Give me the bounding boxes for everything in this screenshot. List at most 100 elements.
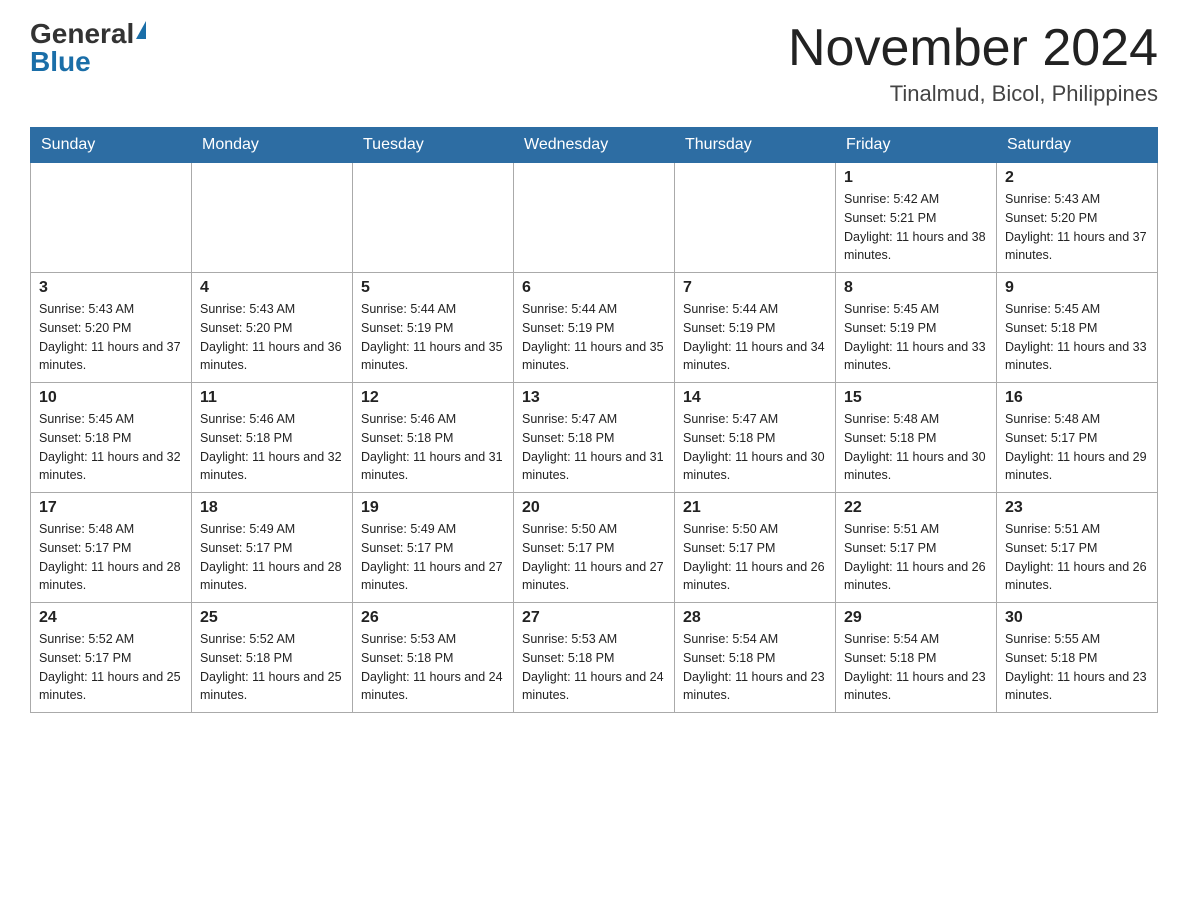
day-info: Sunrise: 5:47 AM Sunset: 5:18 PM Dayligh… [683,410,827,485]
logo-general-text: General [30,20,134,48]
calendar-cell: 15Sunrise: 5:48 AM Sunset: 5:18 PM Dayli… [836,383,997,493]
week-row-1: 1 Sunrise: 5:42 AM Sunset: 5:21 PM Daylig… [31,163,1158,273]
day-number: 18 [200,499,344,517]
calendar-cell: 16 Sunrise: 5:48 AM Sunset: 5:17 PM Dayli… [997,383,1158,493]
title-block: November 2024 Tinalmud, Bicol, Philippin… [788,20,1158,107]
day-info: Sunrise: 5:54 AM Sunset: 5:18 PM Dayligh… [844,630,988,705]
logo-triangle-icon [136,21,146,39]
week-row-2: 3 Sunrise: 5:43 AM Sunset: 5:20 PM Daylig… [31,273,1158,383]
day-info: Sunrise: 5:45 AM Sunset: 5:18 PM Dayligh… [39,410,183,485]
day-info: Sunrise: 5:48 AM Sunset: 5:17 PM Dayligh… [1005,410,1149,485]
day-number: 29 [844,609,988,627]
calendar-cell: 5 Sunrise: 5:44 AM Sunset: 5:19 PM Daylig… [353,273,514,383]
day-number: 6 [522,279,666,297]
calendar-cell [514,163,675,273]
calendar-cell: 27 Sunrise: 5:53 AM Sunset: 5:18 PM Dayli… [514,603,675,713]
calendar-cell: 9 Sunrise: 5:45 AM Sunset: 5:18 PM Daylig… [997,273,1158,383]
day-number: 19 [361,499,505,517]
day-number: 16 [1005,389,1149,407]
calendar-cell: 18Sunrise: 5:49 AM Sunset: 5:17 PM Dayli… [192,493,353,603]
day-info: Sunrise: 5:43 AM Sunset: 5:20 PM Dayligh… [200,300,344,375]
day-info: Sunrise: 5:50 AM Sunset: 5:17 PM Dayligh… [683,520,827,595]
calendar-cell: 17 Sunrise: 5:48 AM Sunset: 5:17 PM Dayli… [31,493,192,603]
day-info: Sunrise: 5:49 AM Sunset: 5:17 PM Dayligh… [361,520,505,595]
calendar-cell [353,163,514,273]
day-info: Sunrise: 5:48 AM Sunset: 5:17 PM Dayligh… [39,520,183,595]
calendar-cell: 30Sunrise: 5:55 AM Sunset: 5:18 PM Dayli… [997,603,1158,713]
calendar-cell: 28 Sunrise: 5:54 AM Sunset: 5:18 PM Dayli… [675,603,836,713]
day-info: Sunrise: 5:53 AM Sunset: 5:18 PM Dayligh… [361,630,505,705]
logo-blue-text: Blue [30,48,91,76]
calendar-cell [31,163,192,273]
calendar-table: SundayMondayTuesdayWednesdayThursdayFrid… [30,127,1158,713]
location-title: Tinalmud, Bicol, Philippines [788,81,1158,107]
day-info: Sunrise: 5:42 AM Sunset: 5:21 PM Dayligh… [844,190,988,265]
day-number: 17 [39,499,183,517]
day-number: 4 [200,279,344,297]
day-number: 20 [522,499,666,517]
logo: General Blue [30,20,146,76]
day-info: Sunrise: 5:46 AM Sunset: 5:18 PM Dayligh… [361,410,505,485]
calendar-cell: 25 Sunrise: 5:52 AM Sunset: 5:18 PM Dayli… [192,603,353,713]
day-number: 26 [361,609,505,627]
calendar-cell: 21 Sunrise: 5:50 AM Sunset: 5:17 PM Dayli… [675,493,836,603]
calendar-cell: 8Sunrise: 5:45 AM Sunset: 5:19 PM Daylig… [836,273,997,383]
weekday-header-wednesday: Wednesday [514,128,675,163]
day-number: 27 [522,609,666,627]
day-info: Sunrise: 5:45 AM Sunset: 5:18 PM Dayligh… [1005,300,1149,375]
day-info: Sunrise: 5:44 AM Sunset: 5:19 PM Dayligh… [683,300,827,375]
calendar-cell: 4 Sunrise: 5:43 AM Sunset: 5:20 PM Daylig… [192,273,353,383]
week-row-4: 17 Sunrise: 5:48 AM Sunset: 5:17 PM Dayli… [31,493,1158,603]
calendar-cell: 13 Sunrise: 5:47 AM Sunset: 5:18 PM Dayli… [514,383,675,493]
day-number: 1 [844,169,988,187]
calendar-cell: 26 Sunrise: 5:53 AM Sunset: 5:18 PM Dayli… [353,603,514,713]
day-number: 5 [361,279,505,297]
day-number: 22 [844,499,988,517]
day-info: Sunrise: 5:51 AM Sunset: 5:17 PM Dayligh… [1005,520,1149,595]
calendar-cell: 6 Sunrise: 5:44 AM Sunset: 5:19 PM Daylig… [514,273,675,383]
calendar-cell: 29 Sunrise: 5:54 AM Sunset: 5:18 PM Dayli… [836,603,997,713]
weekday-header-saturday: Saturday [997,128,1158,163]
weekday-header-sunday: Sunday [31,128,192,163]
day-number: 3 [39,279,183,297]
calendar-cell: 24Sunrise: 5:52 AM Sunset: 5:17 PM Dayli… [31,603,192,713]
day-number: 23 [1005,499,1149,517]
day-number: 13 [522,389,666,407]
calendar-cell [192,163,353,273]
calendar-cell: 20 Sunrise: 5:50 AM Sunset: 5:17 PM Dayli… [514,493,675,603]
calendar-cell: 2Sunrise: 5:43 AM Sunset: 5:20 PM Daylig… [997,163,1158,273]
calendar-cell: 23 Sunrise: 5:51 AM Sunset: 5:17 PM Dayli… [997,493,1158,603]
day-number: 14 [683,389,827,407]
calendar-cell [675,163,836,273]
week-row-5: 24Sunrise: 5:52 AM Sunset: 5:17 PM Dayli… [31,603,1158,713]
month-title: November 2024 [788,20,1158,77]
day-number: 2 [1005,169,1149,187]
day-info: Sunrise: 5:44 AM Sunset: 5:19 PM Dayligh… [361,300,505,375]
day-number: 12 [361,389,505,407]
calendar-cell: 1 Sunrise: 5:42 AM Sunset: 5:21 PM Daylig… [836,163,997,273]
calendar-cell: 22 Sunrise: 5:51 AM Sunset: 5:17 PM Dayli… [836,493,997,603]
day-info: Sunrise: 5:54 AM Sunset: 5:18 PM Dayligh… [683,630,827,705]
day-number: 28 [683,609,827,627]
day-number: 25 [200,609,344,627]
day-number: 30 [1005,609,1149,627]
weekday-header-friday: Friday [836,128,997,163]
day-info: Sunrise: 5:44 AM Sunset: 5:19 PM Dayligh… [522,300,666,375]
day-number: 24 [39,609,183,627]
day-number: 9 [1005,279,1149,297]
day-info: Sunrise: 5:51 AM Sunset: 5:17 PM Dayligh… [844,520,988,595]
weekday-header-row: SundayMondayTuesdayWednesdayThursdayFrid… [31,128,1158,163]
day-number: 10 [39,389,183,407]
page-header: General Blue November 2024 Tinalmud, Bic… [30,20,1158,107]
day-info: Sunrise: 5:52 AM Sunset: 5:18 PM Dayligh… [200,630,344,705]
weekday-header-monday: Monday [192,128,353,163]
day-number: 21 [683,499,827,517]
day-info: Sunrise: 5:47 AM Sunset: 5:18 PM Dayligh… [522,410,666,485]
day-number: 8 [844,279,988,297]
day-number: 11 [200,389,344,407]
calendar-cell: 3 Sunrise: 5:43 AM Sunset: 5:20 PM Daylig… [31,273,192,383]
day-info: Sunrise: 5:53 AM Sunset: 5:18 PM Dayligh… [522,630,666,705]
day-info: Sunrise: 5:50 AM Sunset: 5:17 PM Dayligh… [522,520,666,595]
calendar-cell: 12 Sunrise: 5:46 AM Sunset: 5:18 PM Dayli… [353,383,514,493]
day-info: Sunrise: 5:43 AM Sunset: 5:20 PM Dayligh… [39,300,183,375]
